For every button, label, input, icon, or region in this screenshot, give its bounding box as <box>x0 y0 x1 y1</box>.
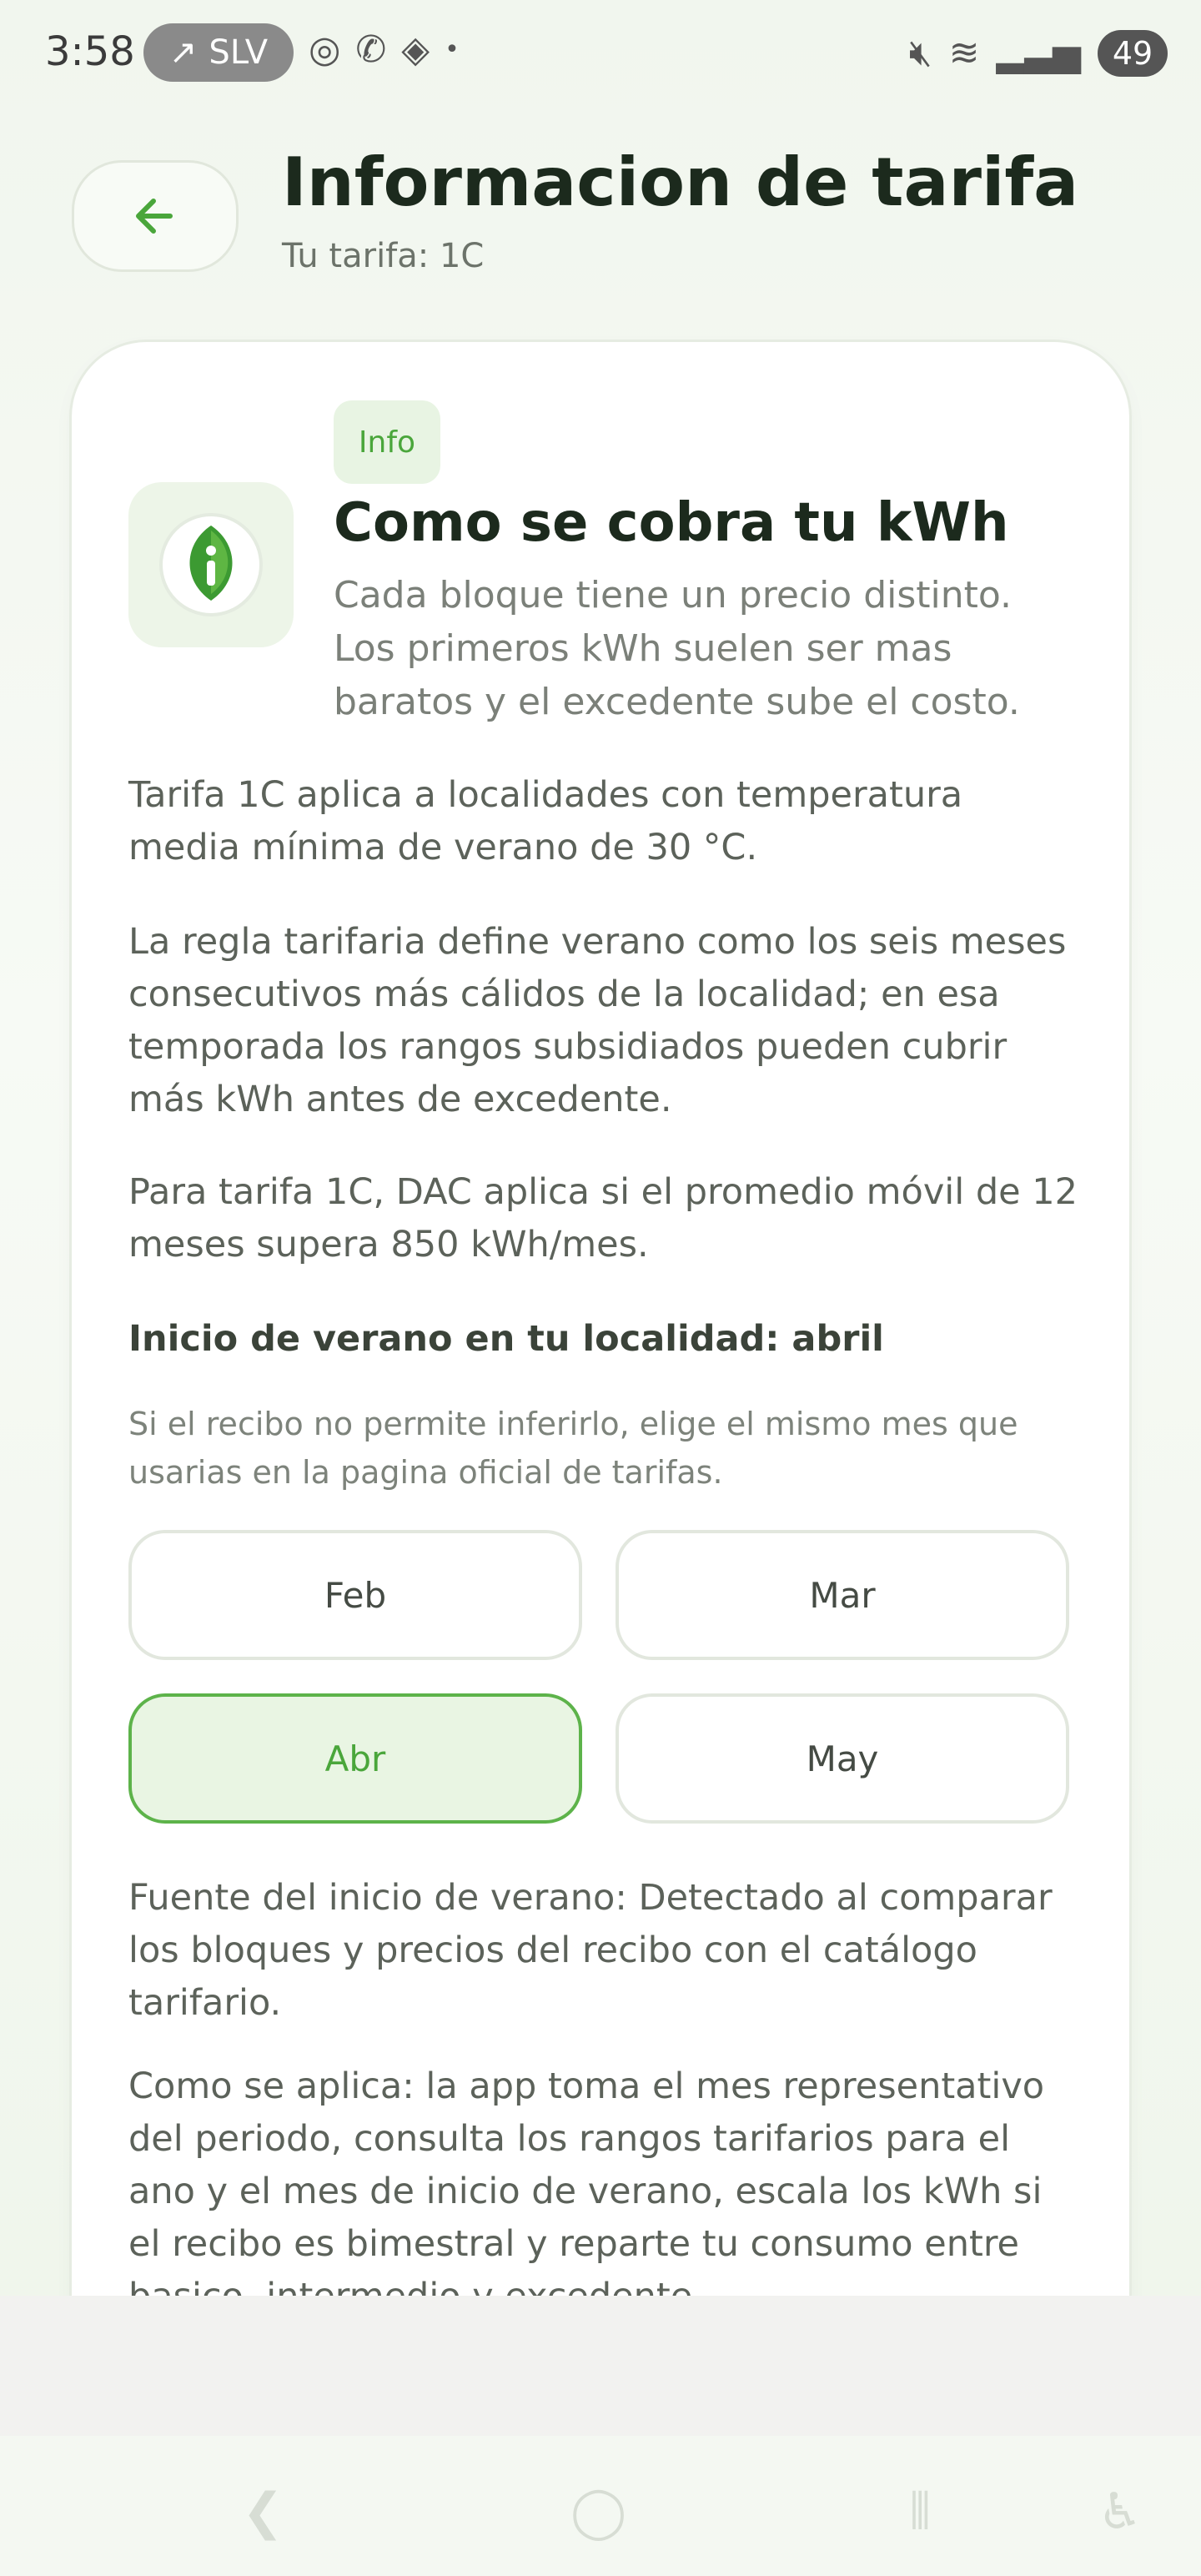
card-title: Como se cobra tu kWh <box>334 492 1009 554</box>
bottom-panel <box>0 2296 1201 2436</box>
summer-rule-paragraph: La regla tarifaria define verano como lo… <box>128 921 1067 1120</box>
summer-start-label: Inicio de verano en tu localidad: abril <box>128 1318 884 1360</box>
carrier-label: SLV <box>209 33 269 72</box>
info-chip: Info <box>334 400 440 484</box>
tariff-info-card: Info Como se cobra tu kWh Cada bloque ti… <box>72 342 1129 2344</box>
whatsapp-icon: ✆ <box>355 28 387 71</box>
wifi-icon: ≋ <box>948 32 980 74</box>
month-option-feb[interactable]: Feb <box>128 1530 582 1660</box>
tariff-paragraph: Tarifa 1C aplica a localidades con tempe… <box>128 774 963 868</box>
leaf-info-icon <box>159 513 263 616</box>
mute-icon: 🔇︎ <box>908 32 932 74</box>
signal-icon: ▂▃▅ <box>996 32 1081 74</box>
carrier-pill: ↗ SLV <box>143 23 294 82</box>
notification-icons: ◎ ✆ ◈ • <box>309 32 460 68</box>
system-nav-bar: ❮ ◯ ⦀ ♿︎ <box>0 2436 1201 2576</box>
more-dot-icon: • <box>445 35 460 64</box>
trend-icon: ↗ <box>168 33 198 72</box>
status-bar: 3:58 ↗ SLV ◎ ✆ ◈ • 🔇︎ ≋ ▂▃▅ 49 <box>0 0 1201 108</box>
page-subtitle: Tu tarifa: 1C <box>282 237 485 275</box>
nav-recents-icon[interactable]: ⦀ <box>909 2483 931 2541</box>
card-description: Cada bloque tiene un precio distinto. Lo… <box>334 574 1020 723</box>
arrow-left-icon <box>136 199 173 234</box>
leaf-info-icon-box <box>128 482 294 647</box>
how-applied-paragraph: Como se aplica: la app toma el mes repre… <box>128 2065 1045 2317</box>
source-paragraph: Fuente del inicio de verano: Detectado a… <box>128 1877 1053 2024</box>
month-option-may[interactable]: May <box>616 1693 1069 1824</box>
accessibility-icon[interactable]: ♿︎ <box>1098 2483 1143 2541</box>
system-icons: 🔇︎ ≋ ▂▃▅ 49 <box>909 30 1168 77</box>
month-hint: Si el recibo no permite inferirlo, elige… <box>128 1406 1018 1491</box>
dac-paragraph: Para tarifa 1C, DAC aplica si el promedi… <box>128 1171 1078 1265</box>
nav-back-icon[interactable]: ❮ <box>242 2483 284 2541</box>
month-option-abr-selected[interactable]: Abr <box>128 1693 582 1824</box>
status-time: 3:58 <box>45 28 135 75</box>
month-option-mar[interactable]: Mar <box>616 1530 1069 1660</box>
nav-home-icon[interactable]: ◯ <box>570 2483 626 2541</box>
diamond-app-icon: ◈ <box>401 28 430 71</box>
back-button[interactable] <box>72 160 239 272</box>
page-title: Informacion de tarifa <box>282 143 1079 221</box>
battery-icon: 49 <box>1098 30 1168 77</box>
app-notification-icon: ◎ <box>309 28 341 71</box>
